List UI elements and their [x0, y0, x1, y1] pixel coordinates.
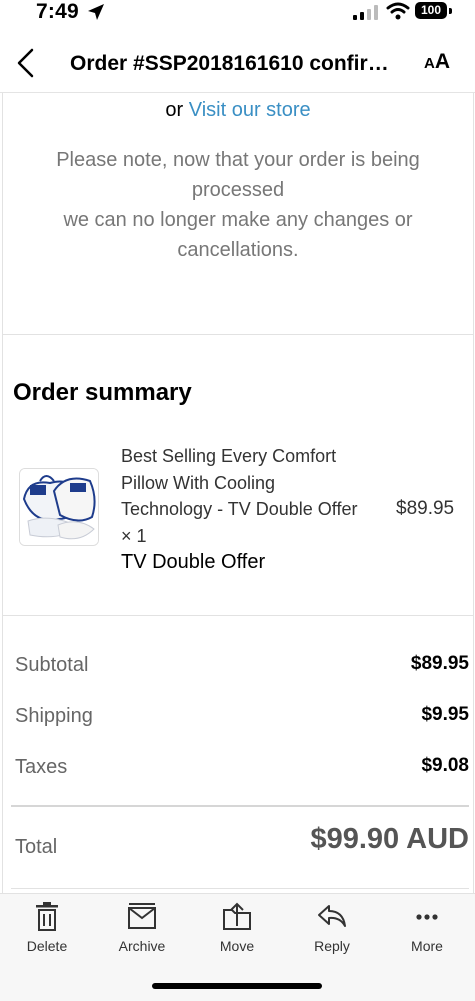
- order-summary-card: Order summary Best Selling Every Comfort…: [2, 335, 474, 616]
- status-time: 7:49: [36, 0, 79, 23]
- move-label: Move: [219, 938, 255, 954]
- reply-button[interactable]: Reply: [287, 902, 377, 954]
- page-title: Order #SSP2018161610 confirmed: [70, 52, 400, 75]
- email-body[interactable]: or Visit our store Please note, now that…: [0, 93, 475, 893]
- more-label: More: [411, 938, 443, 954]
- ellipsis-icon: [416, 914, 438, 920]
- order-processing-notice: Please note, now that your order is bein…: [33, 145, 443, 265]
- notice-line-2: we can no longer make any changes or can…: [63, 209, 413, 261]
- more-button[interactable]: More: [382, 902, 472, 954]
- reply-arrow-icon: [318, 905, 346, 927]
- product-price: $89.95: [396, 498, 455, 519]
- store-prefix: or: [165, 99, 184, 121]
- cell-signal-icon: [353, 5, 378, 20]
- trash-icon: [36, 902, 58, 931]
- bottom-toolbar: Delete Archive Move Reply More: [0, 893, 475, 1001]
- home-indicator: [152, 983, 322, 989]
- chevron-left-icon[interactable]: [14, 46, 38, 80]
- totals-divider: [11, 805, 469, 807]
- product-thumbnail: [19, 468, 99, 546]
- location-arrow-icon: [88, 4, 104, 20]
- delete-label: Delete: [26, 938, 68, 954]
- wifi-icon: [386, 2, 410, 20]
- store-line: or Visit our store: [3, 99, 473, 122]
- archive-box-icon: [128, 903, 156, 929]
- total-label: Total: [15, 836, 58, 858]
- taxes-value: $9.08: [421, 755, 469, 776]
- notice-line-1: Please note, now that your order is bein…: [56, 149, 420, 201]
- move-button[interactable]: Move: [192, 902, 282, 954]
- battery-nub: [449, 8, 452, 14]
- battery-indicator: 100: [415, 2, 447, 19]
- totals-bottom-divider: [11, 888, 469, 889]
- product-name: Best Selling Every Comfort Pillow With C…: [121, 446, 358, 546]
- delete-button[interactable]: Delete: [2, 902, 92, 954]
- total-value: $99.90 AUD: [310, 823, 469, 855]
- taxes-label: Taxes: [15, 756, 68, 778]
- shipping-label: Shipping: [15, 705, 93, 727]
- subtotal-value: $89.95: [410, 653, 469, 674]
- archive-button[interactable]: Archive: [97, 902, 187, 954]
- pillow-image: [20, 469, 98, 545]
- product-variant: TV Double Offer: [121, 551, 266, 573]
- folder-move-icon: [223, 902, 251, 930]
- status-bar: 7:49 100: [0, 0, 475, 28]
- totals-card: Subtotal $89.95 Shipping $9.95 Taxes $9.…: [2, 616, 474, 893]
- text-size-icon[interactable]: AA: [424, 50, 450, 74]
- order-summary-heading: Order summary: [13, 379, 192, 406]
- archive-label: Archive: [118, 938, 166, 954]
- nav-bar: Order #SSP2018161610 confirmed AA: [0, 36, 475, 93]
- reply-label: Reply: [314, 938, 350, 954]
- store-notice-card: or Visit our store Please note, now that…: [2, 93, 474, 335]
- shipping-value: $9.95: [421, 704, 469, 725]
- subtotal-label: Subtotal: [15, 654, 89, 676]
- visit-store-link[interactable]: Visit our store: [189, 99, 311, 121]
